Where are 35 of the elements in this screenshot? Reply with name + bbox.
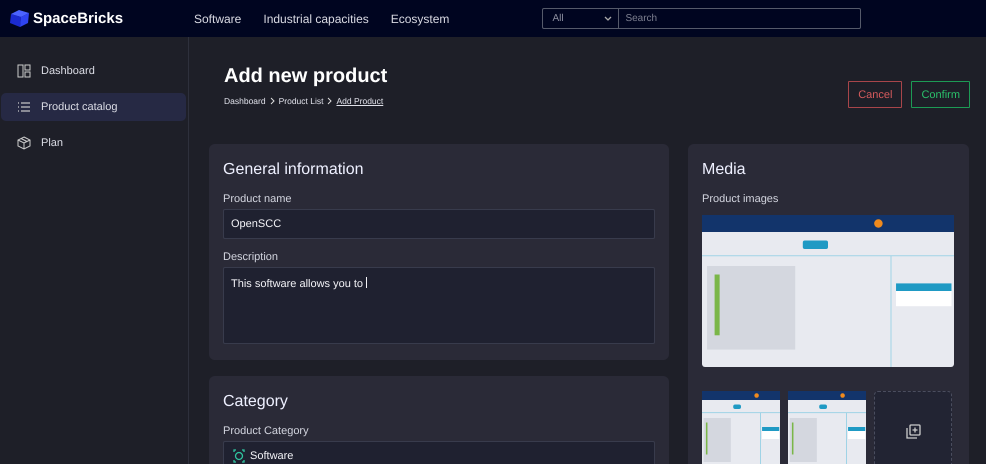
logo-text[interactable]: SpaceBricks [33,10,124,27]
chevron-down-icon [604,16,612,21]
confirm-button[interactable]: Confirm [911,81,970,108]
layout-icon [17,64,31,78]
field-label: Product Category [223,425,310,437]
nav-link[interactable]: Industrial capacities [263,12,369,26]
section-title: Media [702,161,747,179]
chevron-right-icon [270,97,275,105]
category-dropdown[interactable]: Software [223,441,655,464]
nav-link[interactable]: Software [194,12,242,26]
input-field[interactable]: OpenSCC [223,209,655,239]
chevron-right-icon [327,97,332,105]
list-icon [17,100,31,114]
breadcrumb-link[interactable]: Dashboard [224,96,266,106]
sidebar-item[interactable]: Plan [1,129,186,157]
breadcrumb-link[interactable]: Add Product [336,96,384,106]
cube-logo-icon [9,9,30,28]
section-title: Category [223,393,289,411]
sidebar-item[interactable]: Dashboard [1,57,186,85]
cube-icon [17,136,31,150]
field-label: Product name [223,193,292,205]
textarea-field[interactable]: This software allows you to [223,267,655,344]
page-title: Add new product [224,65,388,88]
field-label: Product images [702,193,780,205]
add-image-button[interactable] [874,391,952,464]
software-icon [232,449,246,463]
section-title: General information [223,161,365,179]
nav-link[interactable]: Ecosystem [390,12,450,26]
field-label: Description [223,251,280,263]
scope-dropdown[interactable]: All [542,8,620,29]
breadcrumb-link[interactable]: Product List [278,96,324,106]
add-image-icon [906,424,920,438]
cancel-button[interactable]: Cancel [848,81,902,108]
sidebar-item[interactable]: Product catalog [1,93,186,121]
search-field[interactable]: Search [619,8,862,29]
